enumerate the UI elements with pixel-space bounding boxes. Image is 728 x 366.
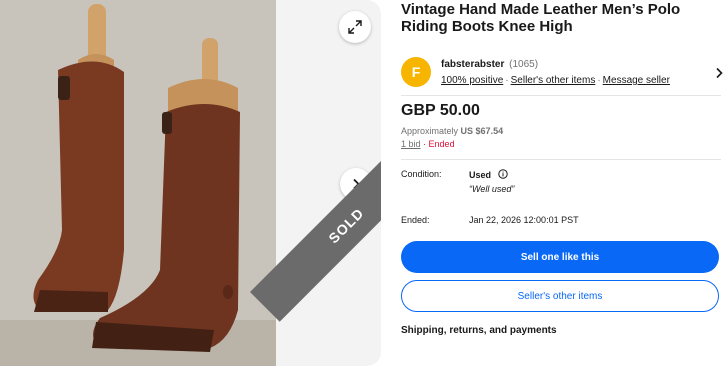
- price-block: GBP 50.00 Approximately US $67.54 1 bid …: [401, 102, 721, 159]
- ended-status-text: Ended: [428, 139, 455, 149]
- condition-label: Condition:: [401, 169, 442, 179]
- seller-other-items-link[interactable]: Seller's other items: [511, 75, 596, 86]
- expand-button[interactable]: [339, 11, 371, 43]
- message-seller-link[interactable]: Message seller: [603, 75, 670, 86]
- info-icon[interactable]: [497, 169, 508, 179]
- shipping-heading[interactable]: Shipping, returns, and payments: [401, 325, 721, 336]
- sold-label: SOLD: [325, 204, 367, 247]
- seller-card[interactable]: F fabsterabster (1065) 100% positive · Sel…: [401, 55, 723, 95]
- seller-positive-link[interactable]: 100% positive: [441, 75, 503, 86]
- ended-label: Ended:: [401, 215, 430, 225]
- listing-info: Vintage Hand Made Leather Men’s Polo Rid…: [401, 0, 723, 336]
- chevron-right-icon[interactable]: [713, 67, 725, 79]
- image-gallery: SOLD: [0, 0, 381, 366]
- divider: [401, 159, 721, 160]
- sell-one-like-this-button[interactable]: Sell one like this: [401, 241, 719, 273]
- seller-name-line: fabsterabster (1065): [441, 59, 538, 70]
- sellers-other-items-button[interactable]: Seller's other items: [401, 280, 719, 312]
- ended-status: · Ended: [423, 139, 455, 149]
- seller-feedback-count: (1065): [509, 59, 539, 70]
- bid-status: 1 bid · Ended: [401, 139, 721, 149]
- bid-count-link[interactable]: 1 bid: [401, 139, 421, 149]
- expand-icon: [348, 20, 362, 34]
- condition-value-line: Used: [469, 169, 508, 180]
- price: GBP 50.00: [401, 102, 480, 119]
- approx-price: Approximately US $67.54: [401, 126, 721, 136]
- ended-row: Ended: Jan 22, 2026 12:00:01 PST: [401, 215, 721, 235]
- ended-value: Jan 22, 2026 12:00:01 PST: [469, 215, 579, 225]
- approx-value: US $67.54: [460, 126, 504, 136]
- condition-note: “Well used”: [469, 184, 515, 194]
- condition-row: Condition: Used “Well used”: [401, 169, 721, 205]
- approx-prefix: Approximately: [401, 126, 459, 136]
- condition-value: Used: [469, 170, 492, 180]
- seller-avatar[interactable]: F: [401, 57, 431, 87]
- seller-name[interactable]: fabsterabster: [441, 59, 504, 70]
- listing-title: Vintage Hand Made Leather Men’s Polo Rid…: [401, 1, 681, 35]
- boots-photo[interactable]: [0, 0, 276, 366]
- seller-links: 100% positive · Seller's other items · Messa…: [441, 75, 670, 86]
- divider: [401, 95, 721, 96]
